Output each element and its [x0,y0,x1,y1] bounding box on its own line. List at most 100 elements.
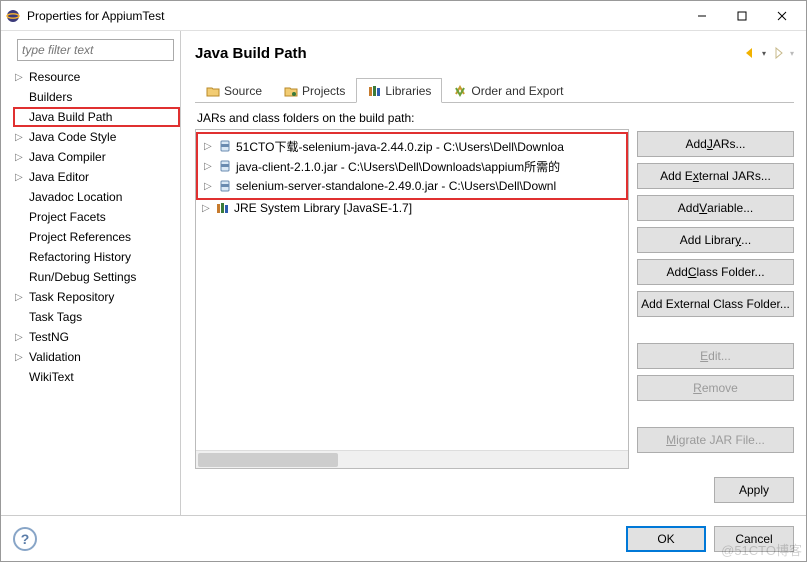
tab-label: Order and Export [471,84,563,98]
sidebar-item-task-repository[interactable]: ▷Task Repository [13,287,180,307]
tab-source[interactable]: Source [195,78,273,103]
sidebar-item-project-facets[interactable]: Project Facets [13,207,180,227]
sidebar-item-javadoc-location[interactable]: Javadoc Location [13,187,180,207]
chevron-right-icon[interactable]: ▷ [15,292,27,303]
add-class-folder-button[interactable]: Add Class Folder... [637,259,794,285]
minimize-button[interactable] [682,2,722,30]
jar-icon [218,159,232,173]
libraries-icon [367,84,381,98]
system-library-row[interactable]: ▷ JRE System Library [JavaSE-1.7] [198,198,626,218]
add-variable-button[interactable]: Add Variable... [637,195,794,221]
tab-projects[interactable]: Projects [273,78,356,103]
help-icon[interactable]: ? [13,527,37,551]
tab-label: Projects [302,84,345,98]
chevron-right-icon[interactable]: ▷ [204,161,214,172]
filter-input[interactable] [17,39,174,61]
main-panel: Java Build Path ▾ ▾ Source Projects Librar… [181,31,806,515]
chevron-right-icon[interactable]: ▷ [15,332,27,343]
horizontal-scrollbar[interactable] [196,450,628,468]
chevron-right-icon[interactable]: ▷ [15,132,27,143]
back-icon[interactable] [742,45,758,61]
sidebar-item-wikitext[interactable]: WikiText [13,367,180,387]
edit-button: Edit... [637,343,794,369]
chevron-right-icon[interactable]: ▷ [15,172,27,183]
jar-icon [218,139,232,153]
page-title: Java Build Path [195,45,742,62]
tab-label: Libraries [385,84,431,98]
dialog-footer: ? OK Cancel [1,515,806,561]
sidebar-item-java-compiler[interactable]: ▷Java Compiler [13,147,180,167]
maximize-button[interactable] [722,2,762,30]
cancel-button[interactable]: Cancel [714,526,794,552]
tab-libraries[interactable]: Libraries [356,78,442,103]
library-icon [216,201,230,215]
jar-row[interactable]: ▷ selenium-server-standalone-2.49.0.jar -… [200,176,624,196]
sidebar-item-label: Java Compiler [27,150,106,164]
add-jars-button[interactable]: Add JARs... [637,131,794,157]
close-button[interactable] [762,2,802,30]
chevron-right-icon[interactable]: ▷ [202,203,212,214]
sidebar-item-java-code-style[interactable]: ▷Java Code Style [13,127,180,147]
remove-button: Remove [637,375,794,401]
dropdown-icon[interactable]: ▾ [790,49,794,58]
sidebar-item-label: Builders [27,90,72,104]
sidebar-item-project-references[interactable]: Project References [13,227,180,247]
tab-order-and-export[interactable]: Order and Export [442,78,574,103]
chevron-right-icon[interactable]: ▷ [204,141,214,152]
tab-bar: Source Projects Libraries Order and Export [195,77,794,103]
sidebar-item-builders[interactable]: Builders [13,87,180,107]
sidebar-item-label: Run/Debug Settings [27,270,136,284]
eclipse-icon [5,8,21,24]
jar-label: selenium-server-standalone-2.49.0.jar - … [236,179,556,193]
jar-label: java-client-2.1.0.jar - C:\Users\Dell\Do… [236,158,560,175]
sidebar-item-label: Javadoc Location [27,190,122,204]
source-folder-icon [206,84,220,98]
jar-icon [218,179,232,193]
order-export-icon [453,84,467,98]
apply-button[interactable]: Apply [714,477,794,503]
sidebar-item-refactoring-history[interactable]: Refactoring History [13,247,180,267]
jar-row[interactable]: ▷ java-client-2.1.0.jar - C:\Users\Dell\D… [200,156,624,176]
sidebar-item-label: TestNG [27,330,69,344]
sidebar-item-label: Resource [27,70,80,84]
sidebar-item-java-editor[interactable]: ▷Java Editor [13,167,180,187]
sidebar-item-run-debug-settings[interactable]: Run/Debug Settings [13,267,180,287]
projects-icon [284,84,298,98]
sidebar-item-label: Task Repository [27,290,114,304]
scrollbar-thumb[interactable] [198,453,338,467]
migrate-jar-button: Migrate JAR File... [637,427,794,453]
sidebar-item-java-build-path[interactable]: Java Build Path [13,107,180,127]
chevron-right-icon[interactable]: ▷ [15,352,27,363]
sidebar-item-label: Validation [27,350,81,364]
category-tree[interactable]: ▷ResourceBuildersJava Build Path▷Java Co… [5,67,180,387]
ok-button[interactable]: OK [626,526,706,552]
sidebar-item-label: Project References [27,230,131,244]
sidebar-item-label: Java Editor [27,170,89,184]
sidebar-item-label: Java Build Path [27,110,112,124]
window-title: Properties for AppiumTest [27,9,682,23]
forward-icon[interactable] [770,45,786,61]
add-external-jars-button[interactable]: Add External JARs... [637,163,794,189]
sidebar-item-label: Project Facets [27,210,106,224]
chevron-right-icon[interactable]: ▷ [15,72,27,83]
chevron-right-icon[interactable]: ▷ [204,181,214,192]
sidebar-item-testng[interactable]: ▷TestNG [13,327,180,347]
jar-label: 51CTO下载-selenium-java-2.44.0.zip - C:\Us… [236,138,564,155]
sidebar-item-label: Refactoring History [27,250,131,264]
title-bar: Properties for AppiumTest [1,1,806,31]
list-subtitle: JARs and class folders on the build path… [197,111,794,125]
sidebar-item-task-tags[interactable]: Task Tags [13,307,180,327]
tab-label: Source [224,84,262,98]
sidebar-item-validation[interactable]: ▷Validation [13,347,180,367]
jar-list[interactable]: ▷ 51CTO下载-selenium-java-2.44.0.zip - C:\U… [195,129,629,469]
sidebar: ▷ResourceBuildersJava Build Path▷Java Co… [1,31,181,515]
jar-row[interactable]: ▷ 51CTO下载-selenium-java-2.44.0.zip - C:\U… [200,136,624,156]
sidebar-item-label: WikiText [27,370,74,384]
sidebar-item-resource[interactable]: ▷Resource [13,67,180,87]
highlighted-jars: ▷ 51CTO下载-selenium-java-2.44.0.zip - C:\U… [196,132,628,200]
system-library-label: JRE System Library [JavaSE-1.7] [234,201,412,215]
add-external-class-folder-button[interactable]: Add External Class Folder... [637,291,794,317]
dropdown-icon[interactable]: ▾ [762,49,766,58]
add-library-button[interactable]: Add Library... [637,227,794,253]
chevron-right-icon[interactable]: ▷ [15,152,27,163]
